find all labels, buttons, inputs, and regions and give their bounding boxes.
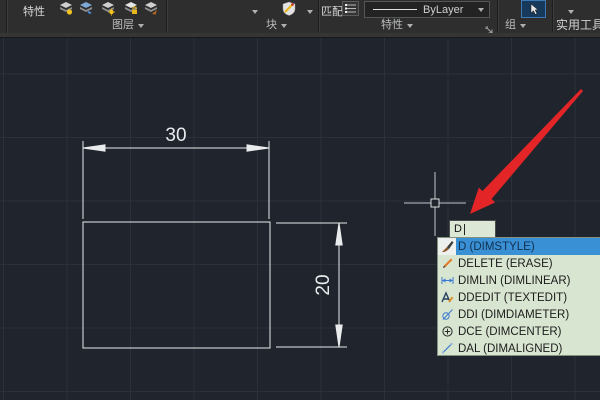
autocad-window: 特性 图层 块 (0, 0, 600, 400)
ribbon-bottom-strip (0, 33, 600, 38)
group-panel-dropdown[interactable]: 组 (505, 19, 526, 32)
block-attribute-icon[interactable] (280, 1, 298, 16)
dimension-arrowhead (83, 145, 105, 151)
text-caret (464, 224, 465, 235)
command-input[interactable]: D (449, 220, 496, 238)
layer-lock-icon[interactable] (122, 1, 140, 16)
block-flyout-chevron[interactable] (246, 4, 264, 19)
chevron-down-icon (520, 24, 526, 28)
command-autocomplete-popup: D (DIMSTYLE) DELETE (ERASE) DIMLIN (DIML… (437, 237, 600, 356)
properties-panel-label: 特性 (381, 19, 403, 32)
autocomplete-item[interactable]: DCE (DIMCENTER) (438, 323, 600, 340)
dimension-value-width: 30 (156, 125, 196, 147)
panel-divider (497, 0, 499, 33)
dimension-arrowhead (336, 223, 342, 245)
group-panel-label: 组 (505, 19, 516, 32)
panel-divider (166, 0, 168, 33)
autocomplete-item[interactable]: DDEDIT (TEXTEDIT) (438, 289, 600, 306)
aligned-dimension-icon (438, 340, 456, 357)
autocomplete-item[interactable]: D (DIMSTYLE) (438, 238, 600, 255)
chevron-down-icon (281, 24, 287, 28)
properties-toggle-label: 特性 (23, 3, 45, 19)
group-select-button[interactable] (521, 0, 546, 18)
layer-on-icon[interactable] (57, 1, 75, 16)
layer-match-icon[interactable] (142, 1, 160, 16)
brush-icon (438, 238, 456, 255)
linear-dimension-icon (438, 272, 456, 289)
pencil-icon (438, 255, 456, 272)
diameter-icon (438, 306, 456, 323)
block-panel-label: 块 (266, 19, 277, 32)
match-properties-label[interactable]: 匹配 (321, 3, 343, 19)
linetype-value: ByLayer (423, 4, 478, 16)
dimension-arrowhead (336, 325, 342, 347)
properties-panel-dropdown[interactable]: 特性 (381, 19, 413, 32)
chevron-down-icon (478, 8, 484, 12)
annotation-arrow-icon (470, 89, 583, 214)
group-flyout-chevron[interactable] (562, 4, 580, 19)
layers-panel-label: 图层 (112, 19, 134, 32)
center-mark-icon (438, 323, 456, 340)
autocomplete-item[interactable]: DAL (DIMALIGNED) (438, 340, 600, 357)
layer-freeze-icon[interactable] (77, 1, 95, 16)
linetype-sample-line (373, 9, 417, 10)
panel-divider (552, 0, 554, 33)
layers-panel-dropdown[interactable]: 图层 (112, 19, 144, 32)
linetype-dropdown[interactable]: ByLayer (364, 1, 490, 18)
block-more-chevron[interactable] (301, 4, 319, 19)
horizontal-dimension (83, 141, 269, 219)
dimension-value-height: 20 (304, 265, 344, 305)
ribbon-toolbar: 特性 图层 块 (0, 0, 600, 38)
match-properties-icon[interactable] (342, 1, 359, 16)
panel-divider (6, 0, 8, 33)
chevron-down-icon (407, 24, 413, 28)
command-input-value: D (454, 221, 462, 237)
block-panel-dropdown[interactable]: 块 (266, 19, 287, 32)
autocomplete-item[interactable]: DDI (DIMDIAMETER) (438, 306, 600, 323)
drawn-rectangle (83, 222, 270, 348)
layer-sun-icon[interactable] (99, 1, 117, 16)
autocomplete-item[interactable]: DELETE (ERASE) (438, 255, 600, 272)
chevron-down-icon (138, 24, 144, 28)
text-edit-icon (438, 289, 456, 306)
utilities-panel-label[interactable]: 实用工具 (556, 19, 600, 32)
autocomplete-item[interactable]: DIMLIN (DIMLINEAR) (438, 272, 600, 289)
